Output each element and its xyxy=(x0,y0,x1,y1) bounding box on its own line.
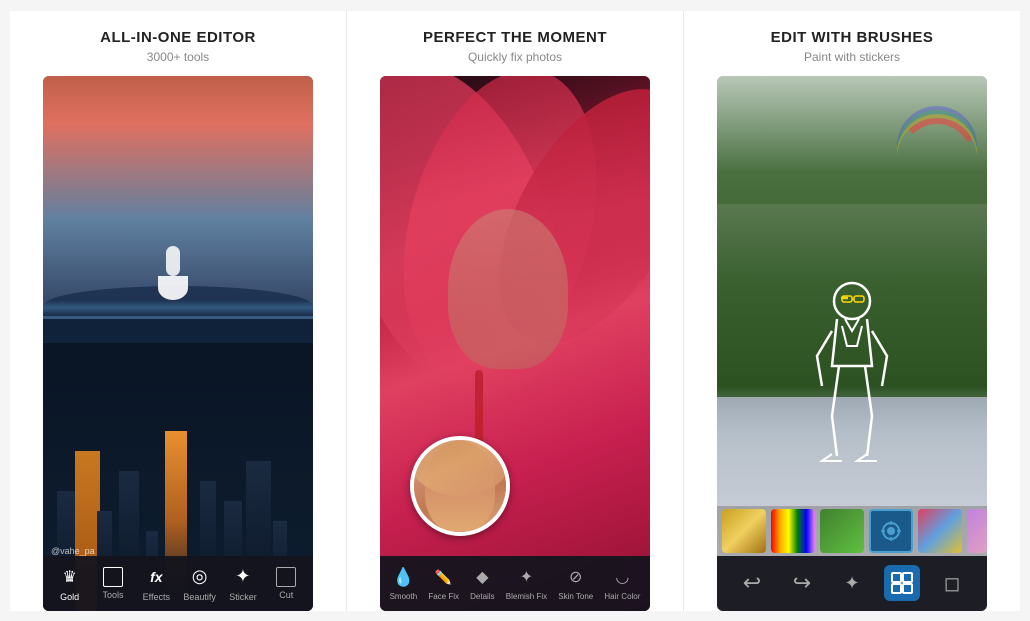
panel3-toolbar: ↩ ↪ ✦ ◻ xyxy=(717,556,987,611)
tool-beautify[interactable]: ◎ Beautify xyxy=(180,565,220,602)
tool-cut[interactable]: Cut xyxy=(266,567,306,600)
p2-facefix[interactable]: ✏️ Face Fix xyxy=(428,565,459,601)
p2-smooth[interactable]: 💧 Smooth xyxy=(390,565,418,601)
underwater-figure xyxy=(153,246,203,316)
golden-hair xyxy=(410,436,510,496)
redo-icon[interactable]: ↪ xyxy=(784,565,820,601)
skintone-icon: ⊘ xyxy=(564,565,588,589)
brush-clover-swatch[interactable] xyxy=(820,509,864,553)
p2-details[interactable]: ◆ Details xyxy=(470,565,494,601)
p2-skintone[interactable]: ⊘ Skin Tone xyxy=(558,565,593,601)
brush-tool-icon[interactable] xyxy=(884,565,920,601)
watermark: @vahe_pa xyxy=(51,546,95,556)
inner-face xyxy=(425,441,495,531)
gold-label: Gold xyxy=(60,592,79,602)
fx-icon: fx xyxy=(144,565,168,589)
waterline xyxy=(43,316,313,319)
panel2-background: 💧 Smooth ✏️ Face Fix ◆ Details ✦ Blemish… xyxy=(380,76,650,611)
panel1-background: @vahe_pa ♛ Gold Tools fx Effects xyxy=(43,76,313,611)
brush-confetti-swatch[interactable] xyxy=(918,509,962,553)
figure-body xyxy=(166,246,180,276)
facefix-label: Face Fix xyxy=(428,592,459,601)
panel2-phone: 💧 Smooth ✏️ Face Fix ◆ Details ✦ Blemish… xyxy=(380,76,650,611)
blemishfix-icon: ✦ xyxy=(514,565,538,589)
p2-haircolor[interactable]: ◡ Hair Color xyxy=(604,565,640,601)
circle-face xyxy=(414,440,506,532)
panel-all-in-one: ALL-IN-ONE EDITOR 3000+ tools xyxy=(10,11,347,611)
brush-active-swatch[interactable] xyxy=(869,509,913,553)
brush-partial-swatch[interactable] xyxy=(967,509,987,553)
panel3-title: EDIT With BRUSHES xyxy=(771,29,934,46)
face-area xyxy=(448,209,568,369)
panel-edit-brushes: EDIT With BRUSHES Paint with stickers xyxy=(684,11,1020,611)
panel1-subtitle: 3000+ tools xyxy=(147,50,209,64)
tools-label: Tools xyxy=(102,590,123,600)
panel2-subtitle: Quickly fix photos xyxy=(468,50,562,64)
panel3-background: ↩ ↪ ✦ ◻ xyxy=(717,76,987,611)
haircolor-label: Hair Color xyxy=(604,592,640,601)
beautify-icon: ◎ xyxy=(188,565,212,589)
skintone-label: Skin Tone xyxy=(558,592,593,601)
beautify-label: Beautify xyxy=(183,592,216,602)
brush-gold-swatch[interactable] xyxy=(722,509,766,553)
panel1-phone: @vahe_pa ♛ Gold Tools fx Effects xyxy=(43,76,313,611)
panel3-subtitle: Paint with stickers xyxy=(804,50,900,64)
panel2-toolbar: 💧 Smooth ✏️ Face Fix ◆ Details ✦ Blemish… xyxy=(380,556,650,611)
active-swatch-icon xyxy=(876,516,906,546)
brush-swatches-row xyxy=(717,506,987,556)
main-container: ALL-IN-ONE EDITOR 3000+ tools xyxy=(10,11,1020,611)
details-icon: ◆ xyxy=(470,565,494,589)
tool-gold[interactable]: ♛ Gold xyxy=(50,565,90,602)
smooth-label: Smooth xyxy=(390,592,418,601)
sticker-icon: ✦ xyxy=(231,565,255,589)
cut-icon xyxy=(276,567,296,587)
brush-rainbow-swatch[interactable] xyxy=(771,509,815,553)
tool-sticker[interactable]: ✦ Sticker xyxy=(223,565,263,602)
undo-icon[interactable]: ↩ xyxy=(734,565,770,601)
tools-icon xyxy=(103,567,123,587)
cut-label: Cut xyxy=(279,590,293,600)
haircolor-icon: ◡ xyxy=(610,565,634,589)
panel-perfect-moment: PERFECT THE MOMENT Quickly fix photos xyxy=(347,11,684,611)
circle-overlay xyxy=(410,436,510,536)
figure xyxy=(153,246,193,306)
panel2-title: PERFECT THE MOMENT xyxy=(423,29,607,46)
panel1-toolbar: ♛ Gold Tools fx Effects ◎ Beautify xyxy=(43,556,313,611)
blemishfix-label: Blemish Fix xyxy=(506,592,547,601)
sparkle-icon[interactable]: ✦ xyxy=(834,565,870,601)
tool-effects[interactable]: fx Effects xyxy=(136,565,176,602)
p2-blemishfix[interactable]: ✦ Blemish Fix xyxy=(506,565,547,601)
panel1-title: ALL-IN-ONE EDITOR xyxy=(100,29,256,46)
brush-icon-svg xyxy=(890,571,914,595)
smooth-icon: 💧 xyxy=(391,565,415,589)
eraser-icon[interactable]: ◻ xyxy=(934,565,970,601)
figure-dress xyxy=(158,276,188,300)
details-label: Details xyxy=(470,592,494,601)
gold-icon: ♛ xyxy=(58,565,82,589)
panel3-phone: ↩ ↪ ✦ ◻ xyxy=(717,76,987,611)
facefix-icon: ✏️ xyxy=(432,565,456,589)
effects-label: Effects xyxy=(143,592,170,602)
sticker-label: Sticker xyxy=(229,592,257,602)
tool-tools[interactable]: Tools xyxy=(93,567,133,600)
